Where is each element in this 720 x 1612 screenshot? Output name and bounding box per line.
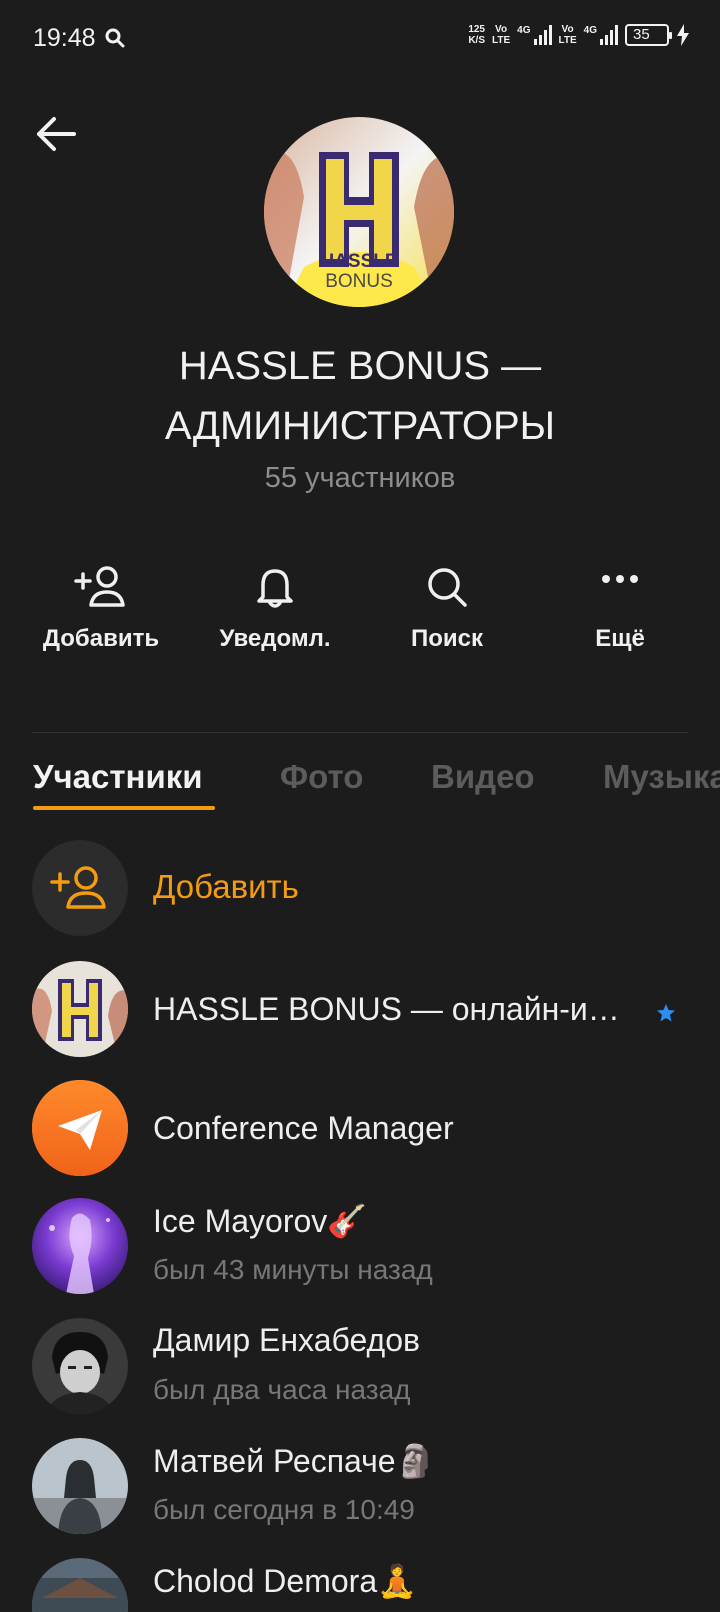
action-bar: Добавить Уведомл. Поиск Ещё [0, 565, 720, 675]
list-item[interactable]: Ice Mayorov🎸 был 43 минуты назад [0, 1198, 720, 1298]
search-icon [428, 568, 467, 607]
network-speed: 125 K/S [468, 24, 485, 46]
list-item[interactable]: Матвей Респаче🗿 был сегодня в 10:49 [0, 1438, 720, 1538]
member-name: Conference Manager [153, 1110, 454, 1146]
more-dots-icon [602, 575, 638, 583]
search-icon [105, 28, 125, 48]
list-item[interactable]: Conference Manager [0, 1080, 720, 1180]
notifications-action[interactable]: Уведомл. [190, 565, 360, 653]
signal-icon: 4G [517, 25, 552, 45]
search-action[interactable]: Поиск [362, 565, 532, 653]
add-member-label: Добавить [153, 868, 299, 905]
tab-members[interactable]: Участники [33, 758, 203, 796]
status-time: 19:48 [33, 24, 96, 52]
list-item[interactable]: Cholod Demora🧘 [0, 1558, 720, 1612]
svg-text:HASSLE: HASSLE [320, 251, 397, 272]
avatar [32, 1558, 128, 1612]
member-status: был 43 минуты назад [153, 1254, 433, 1285]
tab-video[interactable]: Видео [431, 758, 535, 796]
add-member-avatar [32, 840, 128, 936]
member-name: Ice Mayorov🎸 [153, 1203, 368, 1239]
volte-icon: Vo LTE [492, 24, 511, 46]
member-status: был сегодня в 10:49 [153, 1494, 415, 1525]
add-member-action[interactable]: Добавить [16, 565, 186, 653]
list-item[interactable]: Дамир Енхабедов был два часа назад [0, 1318, 720, 1418]
avatar [32, 1438, 128, 1534]
avatar [32, 1198, 128, 1294]
paper-plane-icon [32, 1080, 128, 1176]
tab-photo[interactable]: Фото [280, 758, 363, 796]
member-name: Cholod Demora🧘 [153, 1563, 417, 1599]
bell-icon [257, 569, 293, 608]
member-name: Матвей Респаче🗿 [153, 1443, 436, 1479]
tab-bar: Участники Фото Видео Музыка [33, 758, 720, 808]
divider [32, 732, 688, 733]
members-count: 55 участников [264, 462, 456, 494]
charging-icon [677, 24, 689, 46]
add-user-icon [50, 866, 106, 909]
member-status: был два часа назад [153, 1374, 411, 1405]
member-name: Дамир Енхабедов [153, 1322, 421, 1358]
signal-icon-2: 4G [584, 25, 618, 45]
group-title: HASSLE BONUS — АДМИНИСТРАТОРЫ [164, 344, 556, 448]
list-item[interactable]: HASSLE BONUS — онлайн-и… [0, 961, 720, 1061]
add-member-row[interactable]: Добавить [0, 840, 720, 940]
status-bar: 19:48 125 K/S Vo LTE 4G Vo LTE 4G 35 [0, 0, 720, 80]
tab-music[interactable]: Музыка [603, 758, 720, 796]
battery-icon: 35 [625, 24, 672, 46]
hassle-bonus-logo: HASSLE BONUS [264, 117, 454, 307]
avatar [32, 1318, 128, 1414]
avatar [32, 1080, 128, 1176]
group-avatar[interactable]: HASSLE BONUS [264, 117, 454, 307]
arrow-left-icon [37, 117, 76, 151]
back-button[interactable] [34, 114, 78, 154]
status-indicators: 125 K/S Vo LTE 4G Vo LTE 4G 35 [468, 24, 690, 46]
add-user-icon [74, 566, 125, 607]
avatar [32, 961, 128, 1057]
svg-text:BONUS: BONUS [325, 271, 393, 292]
tab-active-indicator [33, 806, 215, 810]
star-icon [657, 1004, 675, 1022]
more-action[interactable]: Ещё [535, 565, 705, 653]
volte-icon-2: Vo LTE [558, 24, 577, 46]
member-name: HASSLE BONUS — онлайн-и… [153, 991, 620, 1027]
